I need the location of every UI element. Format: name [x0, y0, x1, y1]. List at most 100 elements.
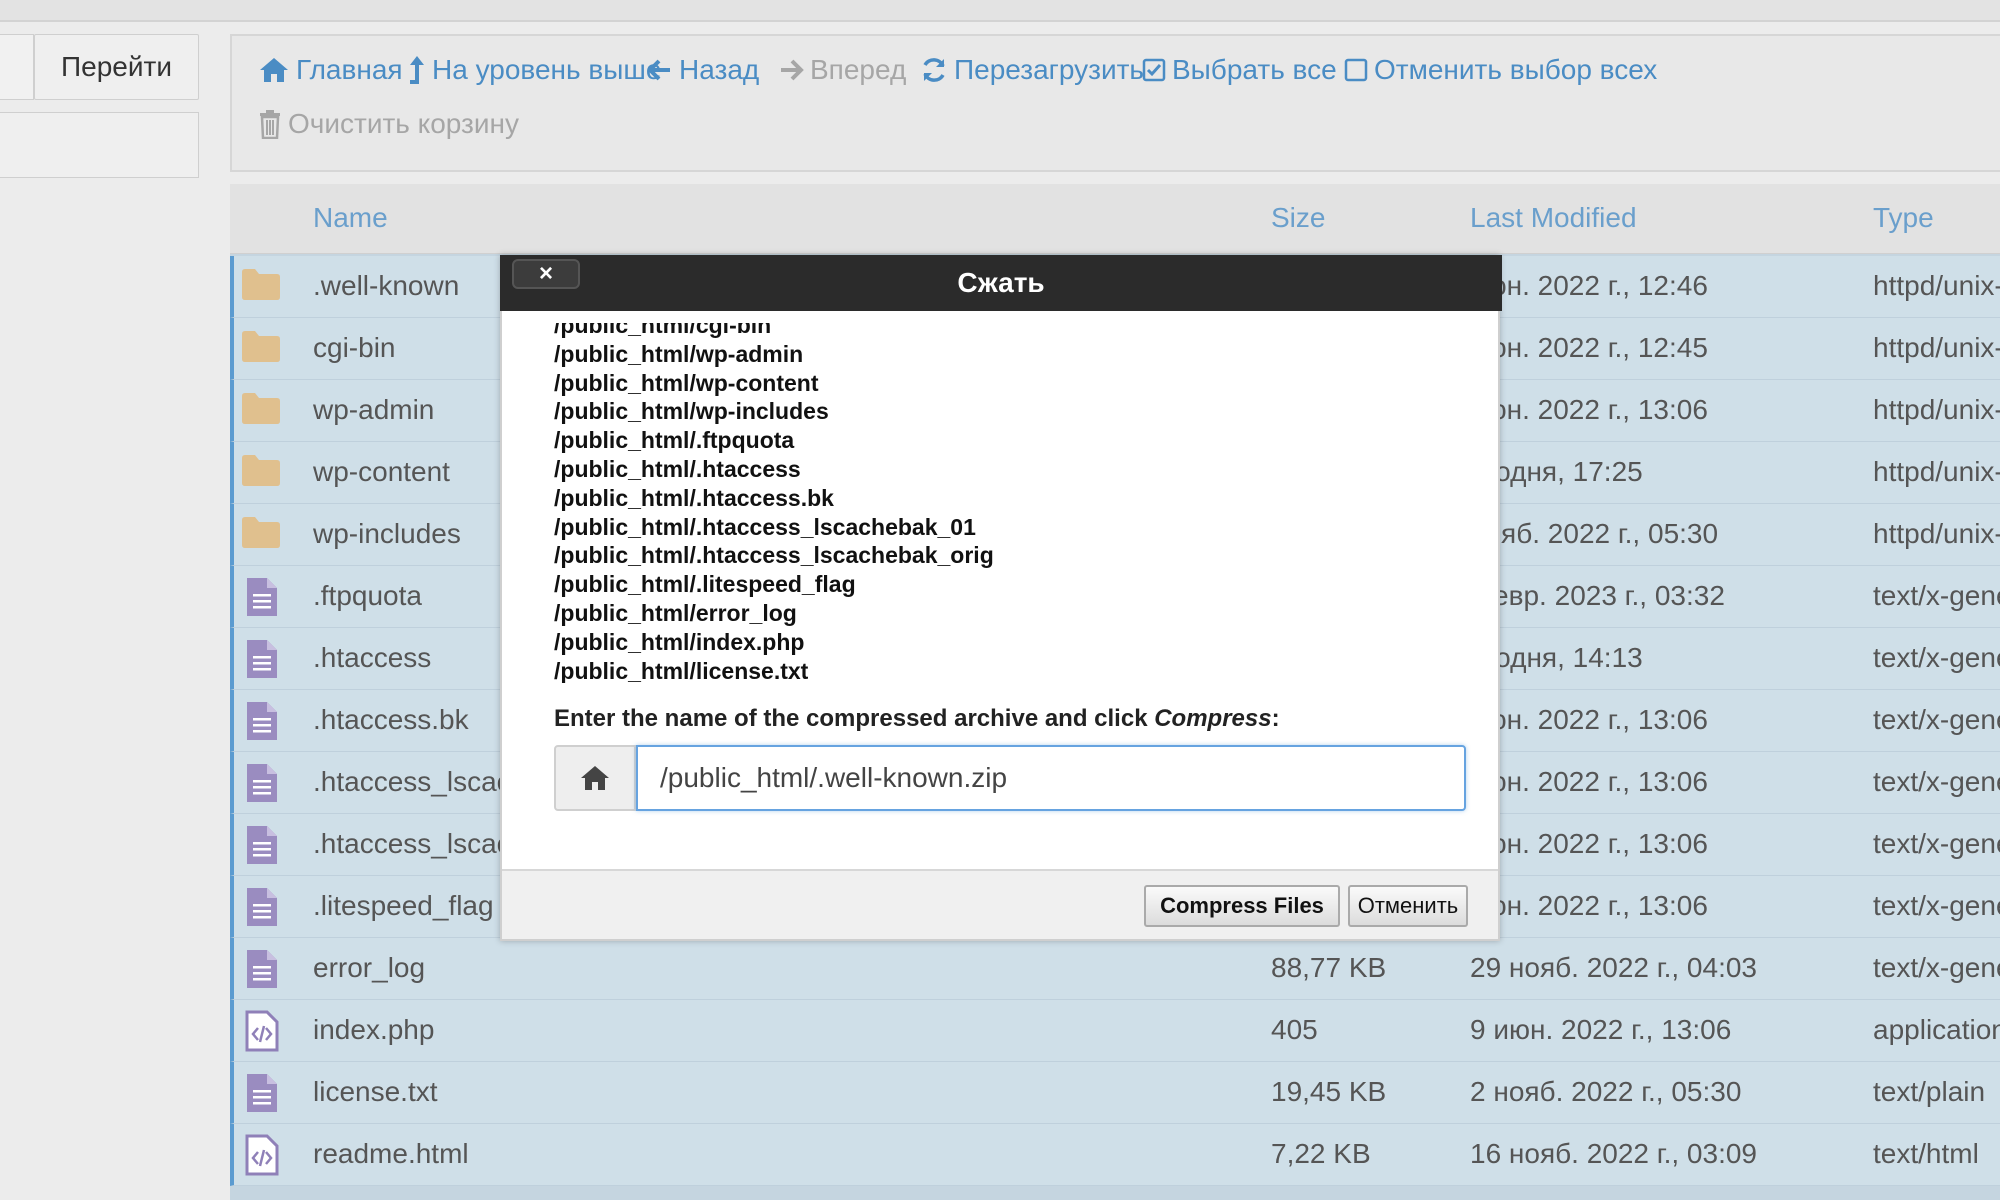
home-icon [581, 766, 609, 790]
file-modified: июн. 2022 г., 13:06 [1470, 766, 1708, 797]
forward-button[interactable]: Вперед [778, 54, 906, 86]
column-type-header[interactable]: Type [1873, 202, 1934, 234]
home-button[interactable]: Главная [258, 54, 403, 86]
arrow-right-icon [778, 57, 804, 83]
file-modified: июн. 2022 г., 13:06 [1470, 890, 1708, 921]
selected-path-item: /public_html/.htaccess.bk [554, 484, 834, 511]
column-size-header[interactable]: Size [1271, 202, 1325, 234]
file-modified: февр. 2023 г., 03:32 [1470, 580, 1725, 611]
text-file-icon [240, 948, 286, 990]
archive-name-input[interactable] [636, 745, 1466, 811]
file-type: text/plain [1873, 1076, 1986, 1107]
file-name: wp-content [313, 456, 450, 487]
selected-path-item: /public_html/.htaccess_lscachebak_orig [554, 542, 994, 569]
selected-path-item: /public_html/index.php [554, 628, 805, 655]
folder-icon [240, 514, 286, 556]
up-one-level-button[interactable]: На уровень выше [408, 54, 661, 86]
file-modified: июн. 2022 г., 12:46 [1470, 270, 1708, 301]
back-button[interactable]: Назад [647, 54, 759, 86]
unselect-all-button[interactable]: Отменить выбор всех [1344, 54, 1657, 86]
file-type: application [1873, 1014, 2000, 1045]
text-file-icon [240, 638, 286, 680]
back-label: Назад [679, 54, 760, 85]
column-modified-header[interactable]: Last Modified [1470, 202, 1637, 234]
reload-label: Перезагрузить [954, 54, 1144, 85]
file-type: text/html [1873, 1138, 1979, 1169]
file-name: .ftpquota [313, 580, 422, 611]
file-type: text/x-gene [1873, 704, 2000, 735]
folder-icon [240, 390, 286, 432]
go-button[interactable]: Перейти [34, 34, 199, 100]
file-modified: 16 нояб. 2022 г., 03:09 [1470, 1138, 1757, 1169]
text-file-icon [240, 576, 286, 618]
column-name-header[interactable]: Name [313, 202, 388, 234]
unselect-all-label: Отменить выбор всех [1374, 54, 1658, 85]
file-type: httpd/unix- [1873, 456, 2000, 487]
file-name: .htaccess.bk [313, 704, 469, 735]
prompt-text: Enter the name of the compressed archive… [554, 705, 1155, 732]
left-pane: Перейти [0, 22, 230, 1200]
file-type: text/x-gene [1873, 580, 2000, 611]
file-modified: июн. 2022 г., 13:06 [1470, 394, 1708, 425]
file-modified: июн. 2022 г., 13:06 [1470, 828, 1708, 859]
folder-icon [240, 452, 286, 494]
file-type: text/x-gene [1873, 642, 2000, 673]
table-row[interactable]: index.php 405 9 июн. 2022 г., 13:06 applica… [230, 1000, 2000, 1062]
up-one-level-label: На уровень выше [432, 54, 662, 85]
file-modified: нояб. 2022 г., 05:30 [1470, 518, 1719, 549]
reload-button[interactable]: Перезагрузить [920, 54, 1144, 86]
directory-tree-panel [0, 112, 199, 178]
file-type: httpd/unix- [1873, 332, 2000, 363]
selected-path-item: /public_html/.ftpquota [554, 427, 795, 454]
file-type: text/x-gene [1873, 828, 2000, 859]
selected-path-item: /public_html/error_log [554, 599, 797, 626]
selected-path-item: /public_html/.htaccess [554, 455, 801, 482]
home-label: Главная [296, 54, 403, 85]
file-name: error_log [313, 952, 426, 983]
selected-path-item: /public_html/.htaccess_lscachebak_01 [554, 513, 976, 540]
text-file-icon [240, 700, 286, 742]
archive-name-prompt: Enter the name of the compressed archive… [554, 705, 1280, 733]
file-modified: июн. 2022 г., 13:06 [1470, 704, 1708, 735]
selected-paths-list: /public_html/cgi-bin/public_html/wp-admi… [554, 323, 1454, 683]
select-all-label: Выбрать все [1172, 54, 1337, 85]
level-up-icon [408, 54, 426, 86]
file-name: readme.html [313, 1138, 469, 1169]
selected-path-item: /public_html/wp-admin [554, 340, 804, 367]
selected-path-item: /public_html/cgi-bin [554, 323, 772, 338]
empty-trash-button[interactable]: Очистить корзину [258, 108, 519, 140]
table-row[interactable]: readme.html 7,22 KB 16 нояб. 2022 г., 03:0… [230, 1124, 2000, 1186]
empty-trash-label: Очистить корзину [288, 108, 519, 139]
toolbar: Главная На уровень выше Назад Вперед Пер… [230, 34, 2000, 172]
file-modified: 2 нояб. 2022 г., 05:30 [1470, 1076, 1742, 1107]
path-input[interactable] [0, 34, 34, 100]
file-modified: июн. 2022 г., 12:45 [1470, 332, 1708, 363]
file-name: .well-known [313, 270, 460, 301]
file-modified: 9 июн. 2022 г., 13:06 [1470, 1014, 1732, 1045]
file-name: index.php [313, 1014, 435, 1045]
arrow-left-icon [647, 57, 673, 83]
file-modified: 29 нояб. 2022 г., 04:03 [1470, 952, 1757, 983]
home-addon [554, 745, 636, 811]
file-size: 19,45 KB [1271, 1076, 1387, 1107]
code-file-icon [240, 1134, 286, 1176]
selected-path-item: /public_html/wp-includes [554, 398, 829, 425]
file-name: .litespeed_flag [313, 890, 494, 921]
prompt-emphasis: Compress [1154, 705, 1272, 732]
selected-path-item: /public_html/license.txt [554, 657, 809, 683]
selected-path-item: /public_html/.litespeed_flag [554, 571, 856, 598]
file-name: cgi-bin [313, 332, 396, 363]
file-size: 405 [1271, 1014, 1318, 1045]
checkbox-checked-icon [1142, 58, 1166, 82]
select-all-button[interactable]: Выбрать все [1142, 54, 1337, 86]
file-name: wp-includes [313, 518, 461, 549]
home-icon [258, 56, 290, 84]
file-type: httpd/unix- [1873, 270, 2000, 301]
cancel-button[interactable]: Отменить [1348, 885, 1468, 927]
file-type: httpd/unix- [1873, 394, 2000, 425]
file-type: text/x-gene [1873, 766, 2000, 797]
compress-files-button[interactable]: Compress Files [1144, 885, 1340, 927]
trash-icon [258, 109, 282, 139]
table-row[interactable]: error_log 88,77 KB 29 нояб. 2022 г., 04:03… [230, 938, 2000, 1000]
table-row[interactable]: license.txt 19,45 KB 2 нояб. 2022 г., 05:3… [230, 1062, 2000, 1124]
